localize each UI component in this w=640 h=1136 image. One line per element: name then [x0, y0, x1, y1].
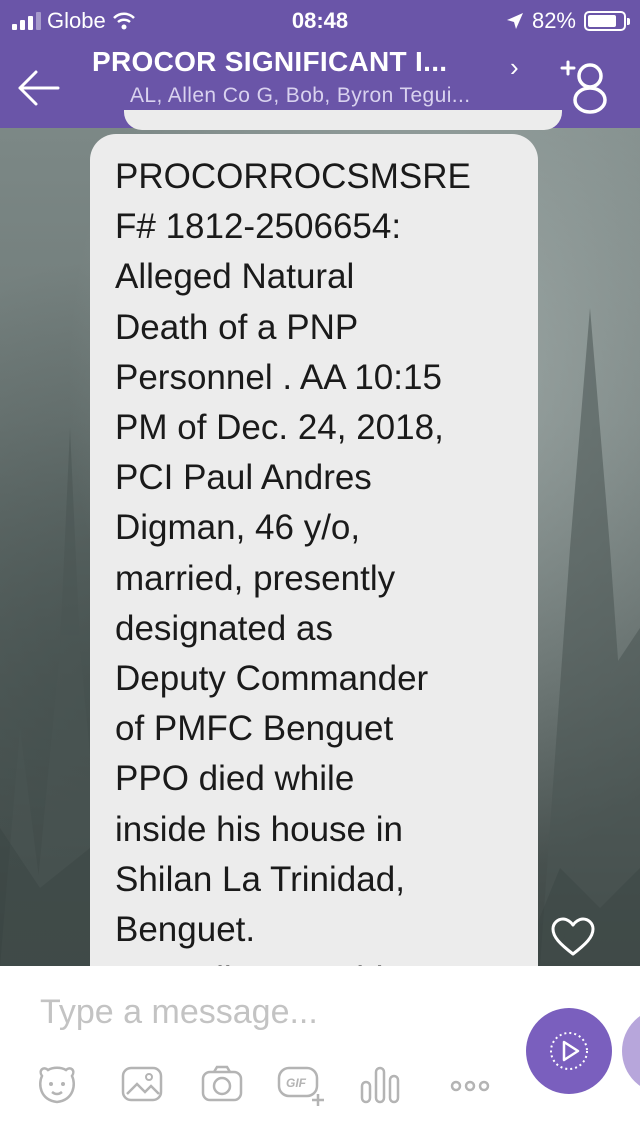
camera-button[interactable] [199, 1062, 249, 1112]
send-icon [550, 1032, 588, 1070]
previous-message-bubble [124, 110, 562, 130]
message-composer: GIF [0, 966, 640, 1136]
heart-like-icon[interactable] [550, 916, 596, 958]
image-button[interactable] [119, 1062, 169, 1112]
gif-icon: GIF [277, 1066, 324, 1106]
status-right: 82% [506, 8, 630, 34]
battery-percent: 82% [531, 8, 576, 33]
audio-button[interactable] [358, 1062, 408, 1112]
message-text: PROCORROCSMSRE F# 1812-2506654: Alleged … [115, 157, 471, 999]
message-input[interactable] [38, 986, 502, 1038]
more-icon [450, 1080, 490, 1092]
gif-button[interactable]: GIF [276, 1062, 326, 1112]
send-button[interactable] [526, 1008, 612, 1094]
chat-title[interactable]: PROCOR SIGNIFICANT I... [92, 46, 532, 78]
add-member-icon[interactable] [558, 54, 618, 114]
gif-label: GIF [286, 1076, 307, 1090]
camera-icon [201, 1065, 243, 1102]
message-bubble[interactable]: PROCORROCSMSRE F# 1812-2506654: Alleged … [90, 134, 538, 1034]
back-arrow-icon[interactable] [14, 64, 62, 112]
status-bar: Globe 08:48 82% [0, 0, 640, 40]
composer-toolbar: GIF [0, 1062, 520, 1122]
chevron-right-icon[interactable]: › [510, 52, 519, 83]
sticker-icon [39, 1066, 75, 1104]
chat-title-area[interactable]: PROCOR SIGNIFICANT I... AL, Allen Co G, … [92, 46, 532, 108]
more-button[interactable] [447, 1062, 497, 1112]
image-icon [121, 1066, 163, 1102]
location-arrow-icon [506, 13, 523, 29]
chat-members[interactable]: AL, Allen Co G, Bob, Byron Tegui... [92, 84, 532, 108]
extra-action-button[interactable] [622, 1008, 640, 1094]
chat-header: Globe 08:48 82% PROCOR SIGNIFICANT I... … [0, 0, 640, 128]
audio-icon [360, 1066, 400, 1104]
battery-icon [584, 11, 630, 31]
sticker-button[interactable] [34, 1062, 84, 1112]
battery-level [588, 15, 616, 27]
